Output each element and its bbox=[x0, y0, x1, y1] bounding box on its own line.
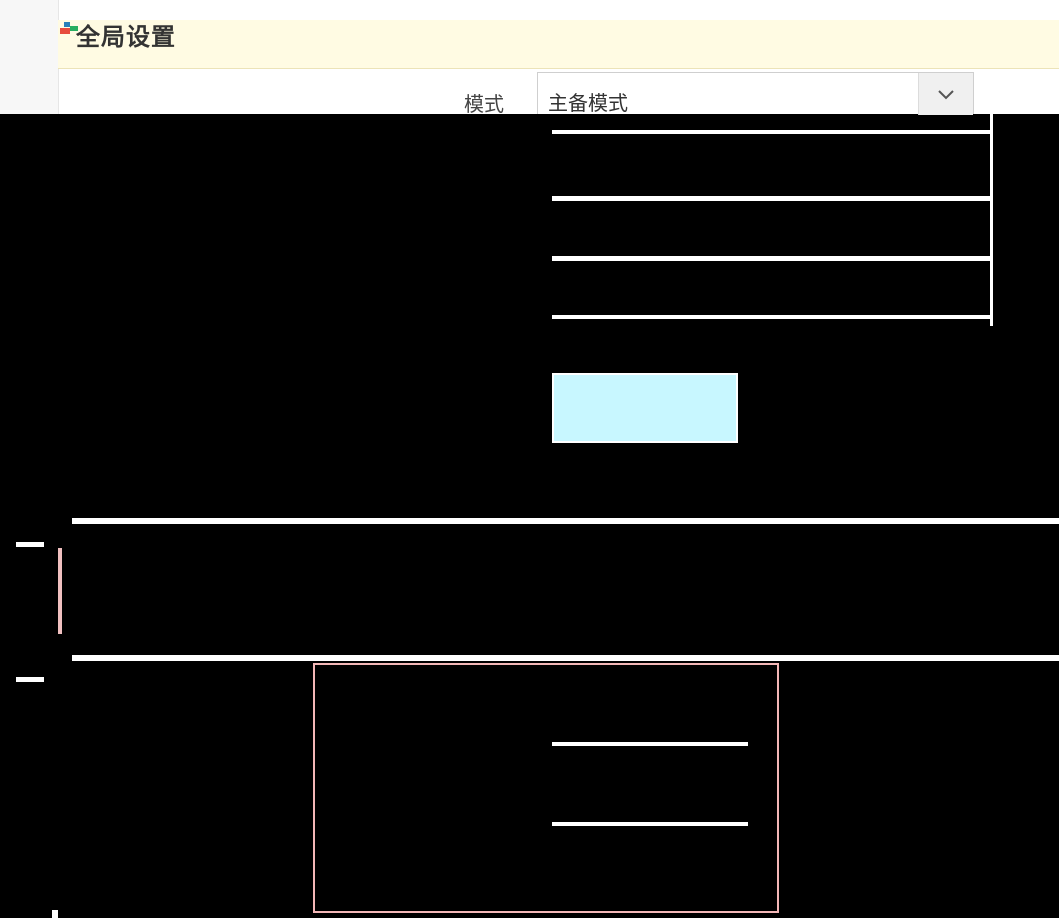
mode-label: 模式 bbox=[464, 92, 504, 116]
field-edge bbox=[990, 96, 993, 326]
mode-select-toggle[interactable] bbox=[918, 73, 973, 115]
field-underline bbox=[552, 196, 992, 201]
field-underline bbox=[552, 130, 992, 134]
chevron-down-icon bbox=[938, 90, 954, 100]
panel-field-underline bbox=[552, 742, 748, 746]
corner-mark bbox=[52, 910, 58, 918]
highlighted-panel bbox=[313, 663, 779, 913]
section-divider bbox=[72, 655, 1059, 661]
field-underline bbox=[552, 315, 992, 319]
panel-field-underline bbox=[552, 822, 748, 826]
section-indicator bbox=[58, 548, 62, 634]
settings-page: 全局设置 模式 主备模式 bbox=[0, 0, 1059, 918]
divider-tick bbox=[16, 542, 44, 547]
title-bar bbox=[58, 20, 1059, 69]
left-nav-strip bbox=[0, 0, 59, 114]
page-title: 全局设置 bbox=[76, 23, 176, 51]
mode-select-value: 主备模式 bbox=[548, 91, 628, 115]
section-divider bbox=[72, 518, 1059, 524]
mode-select[interactable]: 主备模式 bbox=[537, 72, 974, 115]
divider-tick bbox=[16, 677, 44, 682]
apply-button[interactable] bbox=[552, 373, 738, 443]
field-underline bbox=[552, 256, 992, 261]
